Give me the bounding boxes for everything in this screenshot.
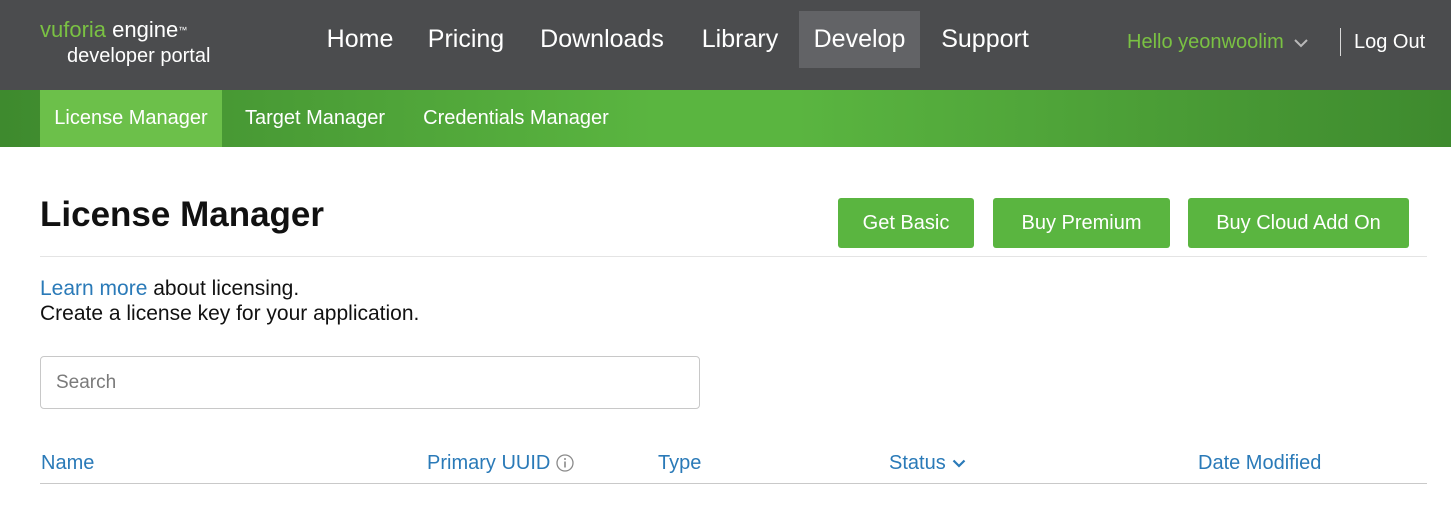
table-header-divider: [40, 483, 1427, 484]
tab-credentials-manager[interactable]: Credentials Manager: [408, 90, 624, 147]
column-label-name: Name: [41, 451, 95, 474]
nav-downloads[interactable]: Downloads: [526, 11, 678, 68]
tab-license-manager[interactable]: License Manager: [40, 90, 222, 147]
vuforia-logo[interactable]: vuforia engine™ developer portal: [40, 16, 240, 72]
nav-library[interactable]: Library: [688, 11, 792, 68]
title-divider: [40, 256, 1427, 257]
buy-premium-button[interactable]: Buy Premium: [993, 198, 1170, 248]
column-header-type[interactable]: Type: [658, 449, 701, 477]
info-icon[interactable]: [556, 454, 574, 472]
nav-pricing[interactable]: Pricing: [416, 11, 516, 68]
column-label-date-modified: Date Modified: [1198, 451, 1322, 474]
logo-brand-primary: vuforia: [40, 17, 107, 42]
column-header-date-modified[interactable]: Date Modified: [1198, 449, 1321, 477]
column-label-type: Type: [658, 451, 702, 474]
logo-subtitle: developer portal: [67, 45, 211, 67]
sub-navigation-bar: License Manager Target Manager Credentia…: [0, 90, 1451, 147]
column-label-primary-uuid: Primary UUID: [427, 451, 551, 474]
user-greeting: Hello yeonwoolim: [1127, 30, 1284, 53]
nav-support[interactable]: Support: [928, 11, 1042, 68]
header-divider: [1340, 28, 1341, 56]
search-input[interactable]: [40, 356, 700, 409]
column-header-name[interactable]: Name: [41, 449, 94, 477]
nav-develop[interactable]: Develop: [799, 11, 920, 68]
tab-target-manager[interactable]: Target Manager: [230, 90, 400, 147]
column-header-primary-uuid[interactable]: Primary UUID: [427, 449, 574, 477]
learn-more-line: Learn more about licensing.: [40, 276, 419, 301]
learn-more-suffix: about licensing.: [147, 277, 300, 300]
column-label-status: Status: [889, 451, 946, 474]
learn-more-link[interactable]: Learn more: [40, 277, 147, 300]
create-license-text: Create a license key for your applicatio…: [40, 302, 420, 325]
nav-home[interactable]: Home: [314, 11, 406, 68]
page-title: License Manager: [40, 195, 324, 234]
logo-wordmark: vuforia engine™: [40, 16, 187, 44]
top-navigation-bar: vuforia engine™ developer portal Home Pr…: [0, 0, 1451, 90]
intro-text: Learn more about licensing. Create a lic…: [40, 276, 419, 326]
chevron-down-icon: [1294, 31, 1308, 54]
column-header-status[interactable]: Status: [889, 449, 966, 477]
logout-link[interactable]: Log Out: [1354, 26, 1425, 58]
get-basic-button[interactable]: Get Basic: [838, 198, 974, 248]
buy-cloud-add-on-button[interactable]: Buy Cloud Add On: [1188, 198, 1409, 248]
logo-trademark: ™: [178, 25, 188, 35]
chevron-down-icon: [952, 459, 966, 468]
logo-brand-secondary: engine: [112, 17, 179, 42]
user-menu[interactable]: Hello yeonwoolim: [1127, 26, 1308, 58]
